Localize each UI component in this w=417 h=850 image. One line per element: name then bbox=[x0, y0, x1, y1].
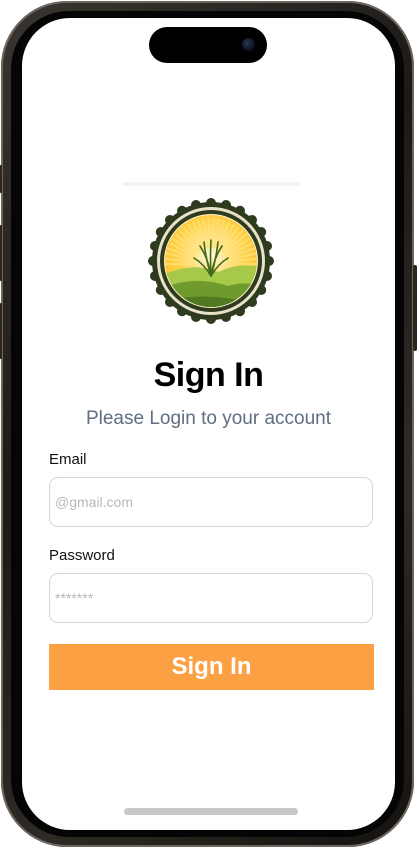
email-label: Email bbox=[49, 451, 87, 468]
sign-in-button[interactable]: Sign In bbox=[49, 644, 374, 690]
dynamic-island bbox=[149, 27, 267, 63]
password-field[interactable] bbox=[49, 573, 373, 623]
camera-icon bbox=[242, 38, 255, 51]
sun-grass-badge-icon bbox=[148, 198, 274, 324]
power-button bbox=[413, 265, 417, 351]
top-divider bbox=[122, 182, 300, 186]
page-title: Sign In bbox=[153, 356, 264, 394]
volume-down-button bbox=[0, 303, 2, 359]
home-indicator[interactable] bbox=[124, 808, 298, 815]
action-button bbox=[0, 165, 2, 193]
page-subtitle: Please Login to your account bbox=[85, 408, 332, 429]
screen: Sign In Please Login to your account Ema… bbox=[22, 18, 395, 830]
password-label: Password bbox=[49, 547, 115, 564]
email-field[interactable] bbox=[49, 477, 373, 527]
volume-up-button bbox=[0, 225, 2, 281]
